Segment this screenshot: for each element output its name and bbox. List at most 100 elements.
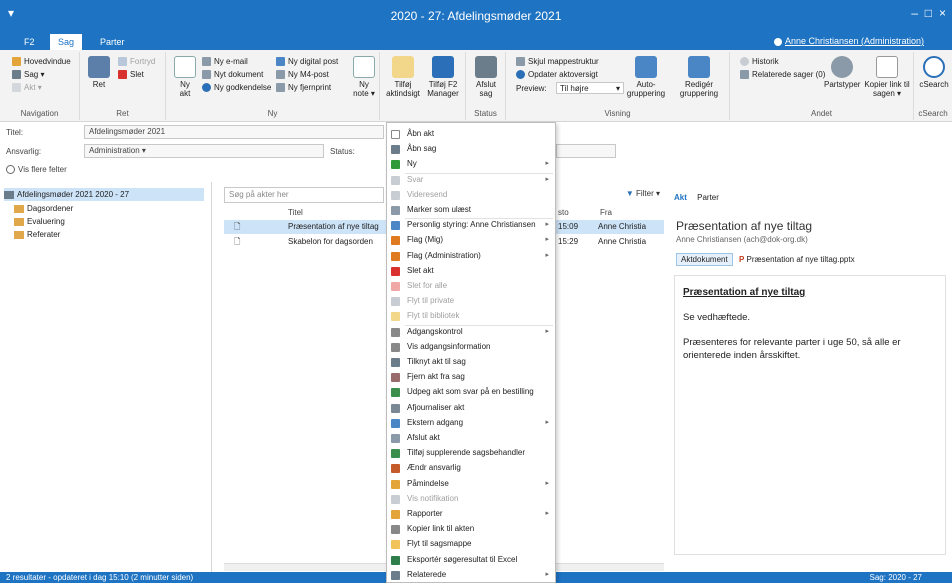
context-menu-item[interactable]: Ny ▸: [387, 157, 555, 171]
context-menu-item[interactable]: Tilføj supplerende sagsbehandler: [387, 446, 555, 460]
context-menu-item[interactable]: Eksportér søgeresultat til Excel: [387, 553, 555, 567]
ny-fjernprint-button[interactable]: Ny fjernprint: [276, 82, 331, 94]
fortryd-button[interactable]: Fortryd: [118, 56, 155, 68]
context-menu-item-label: Tilknyt akt til sag: [407, 357, 466, 366]
context-menu-item[interactable]: Vis adgangsinformation: [387, 340, 555, 354]
context-menu-item[interactable]: Slet akt: [387, 264, 555, 278]
context-menu-item[interactable]: Kopier link til akten: [387, 522, 555, 536]
context-menu-item[interactable]: Udpeg akt som svar på en bestilling: [387, 385, 555, 399]
rediger-gruppering-button[interactable]: Redigér gruppering: [674, 56, 724, 98]
close-icon[interactable]: ×: [939, 6, 946, 20]
column-header-fra[interactable]: Fra: [600, 208, 612, 220]
csearch-button[interactable]: cSearch: [918, 56, 950, 89]
tab-sag[interactable]: Sag: [50, 34, 83, 50]
context-menu-item[interactable]: Åbn akt: [387, 127, 555, 141]
preview-tab-parter[interactable]: Parter: [697, 193, 719, 202]
slet-button[interactable]: Slet: [118, 69, 144, 81]
ny-email-button[interactable]: Ny e-mail: [202, 56, 248, 68]
partstyper-button[interactable]: Partstyper: [824, 56, 860, 89]
ny-akt-button[interactable]: Ny akt: [174, 56, 196, 98]
context-menu-item[interactable]: Ekstern adgang ▸: [387, 416, 555, 430]
context-menu-item[interactable]: Marker som ulæst: [387, 203, 555, 217]
column-header-sto[interactable]: sto: [558, 208, 569, 220]
autogruppering-button[interactable]: Auto-gruppering: [624, 56, 668, 98]
home-icon: [12, 57, 21, 67]
new-document-icon: [174, 56, 196, 78]
tilfoej-f2-manager-button[interactable]: Tilføj F2 Manager: [424, 56, 462, 98]
digital-post-icon: [276, 57, 285, 67]
context-menu-item[interactable]: Afjournaliser akt: [387, 401, 555, 415]
envelope-icon: [391, 206, 400, 215]
detach-icon: [391, 373, 400, 383]
context-menu-item[interactable]: Slet for alle: [387, 279, 555, 293]
ansvarlig-field[interactable]: Administration ▾: [84, 144, 324, 158]
akt-menu-button[interactable]: Akt ▾: [12, 82, 42, 94]
status-field[interactable]: [556, 144, 616, 158]
user-link-label: Anne Christiansen (Administration): [784, 36, 924, 46]
kopier-link-button[interactable]: Kopier link til sagen ▾: [864, 56, 910, 98]
nyt-dokument-button[interactable]: Nyt dokument: [202, 69, 263, 81]
link-icon: [876, 56, 898, 78]
context-menu-item[interactable]: Flyt til sagsmappe: [387, 537, 555, 551]
maximize-icon[interactable]: □: [925, 6, 932, 20]
ny-digital-post-button[interactable]: Ny digital post: [276, 56, 338, 68]
ny-note-button[interactable]: Ny note ▾: [352, 56, 376, 98]
context-menu-item[interactable]: Flyt til private: [387, 294, 555, 308]
undo-icon: [118, 57, 127, 67]
slet-label: Slet: [130, 70, 144, 79]
context-menu-item[interactable]: Tilknyt akt til sag: [387, 355, 555, 369]
attachment-file-name[interactable]: Præsentation af nye tiltag.pptx: [747, 255, 855, 264]
titel-field[interactable]: Afdelingsmøder 2021: [84, 125, 384, 139]
hovedvindue-button[interactable]: Hovedvindue: [12, 56, 71, 68]
search-input[interactable]: Søg på akter her: [224, 187, 384, 203]
context-menu-item[interactable]: Flyt til bibliotek: [387, 309, 555, 323]
sag-menu-button[interactable]: Sag ▾: [12, 69, 44, 81]
tab-f2[interactable]: F2: [16, 34, 43, 50]
preview-tab-akt[interactable]: Akt: [674, 193, 687, 202]
context-menu-item[interactable]: Flag (Administration) ▸: [387, 249, 555, 263]
context-menu-item-label: Afslut akt: [407, 433, 440, 442]
tree-item-dagsordener[interactable]: Dagsordener: [14, 202, 73, 215]
context-menu-item[interactable]: Relaterede ▸: [387, 568, 555, 582]
context-menu-item[interactable]: Personlig styring: Anne Christiansen ▸: [387, 218, 555, 232]
navigation-group-label: Navigation: [20, 109, 59, 118]
vis-flere-felter-button[interactable]: Vis flere felter: [6, 165, 67, 175]
context-menu-item[interactable]: Svar ▸: [387, 173, 555, 187]
key-icon: [391, 327, 400, 337]
user-link[interactable]: Anne Christiansen (Administration): [773, 36, 924, 46]
preview-select[interactable]: Til højre ▾: [556, 82, 624, 94]
tree-item-referater[interactable]: Referater: [14, 228, 60, 241]
tree-root[interactable]: Afdelingsmøder 2021 2020 - 27: [4, 188, 204, 201]
ny-m4-post-button[interactable]: Ny M4-post: [276, 69, 329, 81]
context-menu-item[interactable]: Afslut akt: [387, 431, 555, 445]
folder-icon: [14, 230, 24, 239]
context-menu-item[interactable]: Vis notifikation: [387, 492, 555, 506]
opdater-aktoversigt-button[interactable]: Opdater aktoversigt: [516, 69, 598, 81]
relaterede-sager-button[interactable]: Relaterede sager (0): [740, 69, 825, 81]
context-menu-item[interactable]: Ændr ansvarlig: [387, 461, 555, 475]
tab-parter[interactable]: Parter: [92, 34, 133, 50]
historik-button[interactable]: Historik: [740, 56, 779, 68]
afslut-sag-button[interactable]: Afslut sag: [474, 56, 498, 98]
context-menu-item[interactable]: Fjern akt fra sag: [387, 370, 555, 384]
minimize-icon[interactable]: –: [911, 6, 918, 20]
context-menu-item[interactable]: Påmindelse ▸: [387, 477, 555, 491]
context-menu-item[interactable]: Åbn sag: [387, 142, 555, 156]
ret-label: Ret: [92, 80, 106, 89]
hovedvindue-label: Hovedvindue: [24, 57, 71, 66]
ret-button[interactable]: Ret: [88, 56, 110, 89]
column-header-titel[interactable]: Titel: [288, 208, 303, 220]
tilfoej-aktindsigt-button[interactable]: Tilføj aktindsigt: [384, 56, 422, 98]
ny-godkendelse-button[interactable]: Ny godkendelse: [202, 82, 271, 94]
preview-body: Præsentation af nye tiltag Se vedhæftede…: [674, 275, 946, 555]
context-menu-item[interactable]: Videresend: [387, 188, 555, 202]
tree-item-evaluering[interactable]: Evaluering: [14, 215, 65, 228]
filter-button[interactable]: ▼ Filter ▾: [626, 189, 660, 198]
skjul-mappestruktur-button[interactable]: Skjul mappestruktur: [516, 56, 599, 68]
aktdokument-chip[interactable]: Aktdokument: [676, 253, 733, 266]
f2-manager-icon: [432, 56, 454, 78]
context-menu-item[interactable]: Flag (Mig) ▸: [387, 233, 555, 247]
context-menu-item[interactable]: Adgangskontrol ▸: [387, 325, 555, 339]
filter-icon: ▼: [625, 189, 634, 198]
context-menu-item[interactable]: Rapporter ▸: [387, 507, 555, 521]
